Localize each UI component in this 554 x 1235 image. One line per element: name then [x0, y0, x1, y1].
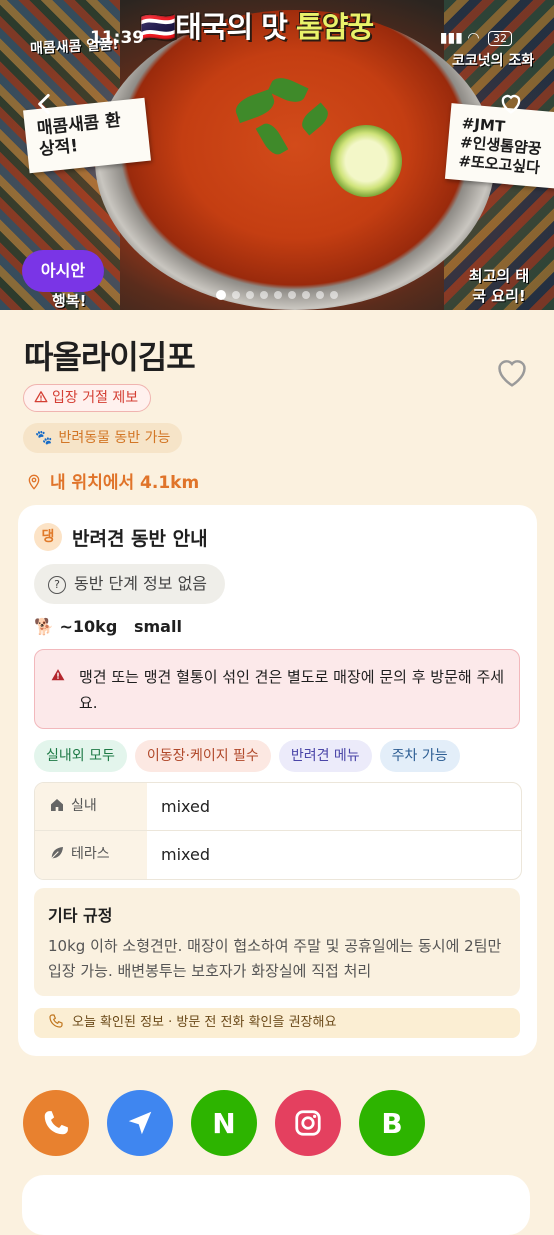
battery-icon: 32	[488, 31, 512, 46]
phone-icon	[49, 1014, 63, 1028]
status-time: 11:39	[90, 28, 145, 48]
heart-outline-icon	[498, 360, 526, 387]
tag-indoor-outdoor: 실내외 모두	[34, 740, 127, 772]
naver-button[interactable]: N	[191, 1090, 257, 1156]
tag-parking: 주차 가능	[379, 740, 460, 772]
tom-yum-pot-image	[95, 10, 495, 310]
directions-button[interactable]	[107, 1090, 173, 1156]
carousel-dot[interactable]	[288, 291, 296, 299]
dog-icon: 🐕	[34, 617, 54, 636]
carousel-dot[interactable]	[302, 291, 310, 299]
tag-carrier-required: 이동장·케이지 필수	[134, 740, 271, 772]
table-row: 테라스 mixed	[35, 831, 521, 879]
rules-title: 기타 규정	[48, 906, 113, 925]
stage-info-pill[interactable]: ? 동반 단계 정보 없음	[34, 564, 226, 604]
paw-icon: 🐾	[35, 430, 53, 446]
hero-caption: 코코넛의 조화	[452, 53, 535, 69]
rules-body: 10kg 이하 소형견만. 매장이 협소하여 주말 및 공휴일에는 동시에 2팀…	[48, 937, 502, 980]
table-row: 실내 mixed	[35, 783, 521, 831]
other-rules-box: 기타 규정 10kg 이하 소형견만. 매장이 협소하여 주말 및 공휴일에는 …	[34, 888, 520, 996]
wifi-icon: ◠	[467, 30, 480, 46]
card-header: 댕 반려견 동반 안내	[34, 523, 208, 551]
carousel-dot[interactable]	[232, 291, 240, 299]
action-buttons: N B	[23, 1090, 443, 1156]
carousel-dot[interactable]	[274, 291, 282, 299]
status-icons: ▮▮▮ ◠ 32	[440, 30, 512, 46]
carousel-dot[interactable]	[246, 291, 254, 299]
favorite-button[interactable]	[492, 352, 532, 392]
heart-outline-icon	[501, 94, 521, 114]
navigation-arrow-icon	[128, 1111, 152, 1135]
place-name: 따올라이김포	[24, 338, 196, 376]
carousel-dot[interactable]	[260, 291, 268, 299]
dog-badge: 댕	[34, 523, 62, 551]
thai-flag: 🇹🇭	[140, 10, 176, 44]
table-key: 테라스	[35, 831, 147, 879]
home-icon	[51, 799, 63, 811]
hero-title: 🇹🇭태국의 맛 톰얌꿍	[140, 10, 374, 44]
pet-friendly-chip: 🐾 반려동물 동반 가능	[23, 423, 183, 453]
table-value: mixed	[161, 845, 211, 864]
pet-policy-card: 댕 반려견 동반 안내 ? 동반 단계 정보 없음 🐕 ~10kg small 맹…	[18, 505, 537, 1056]
back-button[interactable]	[26, 88, 64, 126]
instagram-button[interactable]	[275, 1090, 341, 1156]
card-title: 반려견 동반 안내	[72, 527, 208, 550]
instagram-icon	[295, 1110, 321, 1136]
carousel-dot[interactable]	[316, 291, 324, 299]
distance-info: 내 위치에서 4.1km	[26, 468, 199, 493]
warning-box: 맹견 또는 맹견 혈통이 섞인 견은 별도로 매장에 문의 후 방문해 주세요.	[34, 649, 520, 729]
bottom-section	[22, 1175, 530, 1235]
feature-tags: 실내외 모두 이동장·케이지 필수 반려견 메뉴 주차 가능	[34, 740, 468, 772]
table-value: mixed	[161, 797, 211, 816]
carousel-dot[interactable]	[330, 291, 338, 299]
warning-triangle-icon	[51, 669, 65, 681]
hero-image[interactable]: 🇹🇭태국의 맛 톰얌꿍 매콤새콤 일품! 코코넛의 조화 매콤새콤 환상적! #…	[0, 0, 554, 310]
location-pin-icon	[28, 474, 40, 490]
signal-icon: ▮▮▮	[439, 30, 463, 46]
size-info: 🐕 ~10kg small	[34, 617, 182, 636]
question-icon: ?	[48, 576, 66, 594]
hero-favorite-button[interactable]	[492, 88, 530, 126]
report-chip[interactable]: 입장 거절 제보	[23, 384, 152, 412]
phone-icon	[44, 1111, 68, 1135]
seating-table: 실내 mixed 테라스 mixed	[34, 782, 522, 880]
call-button[interactable]	[23, 1090, 89, 1156]
call-notice: 오늘 확인된 정보 · 방문 전 전화 확인을 권장해요	[34, 1008, 520, 1038]
carousel-dots[interactable]	[0, 284, 554, 303]
blog-button[interactable]: B	[359, 1090, 425, 1156]
chevron-left-icon	[38, 93, 50, 115]
warning-icon	[34, 391, 48, 403]
tag-pet-menu: 반려견 메뉴	[278, 740, 372, 772]
blog-logo-icon: B	[381, 1106, 403, 1140]
carousel-dot[interactable]	[216, 290, 226, 300]
leaf-icon	[51, 847, 63, 859]
naver-logo-icon: N	[212, 1106, 236, 1140]
table-key: 실내	[35, 783, 147, 830]
